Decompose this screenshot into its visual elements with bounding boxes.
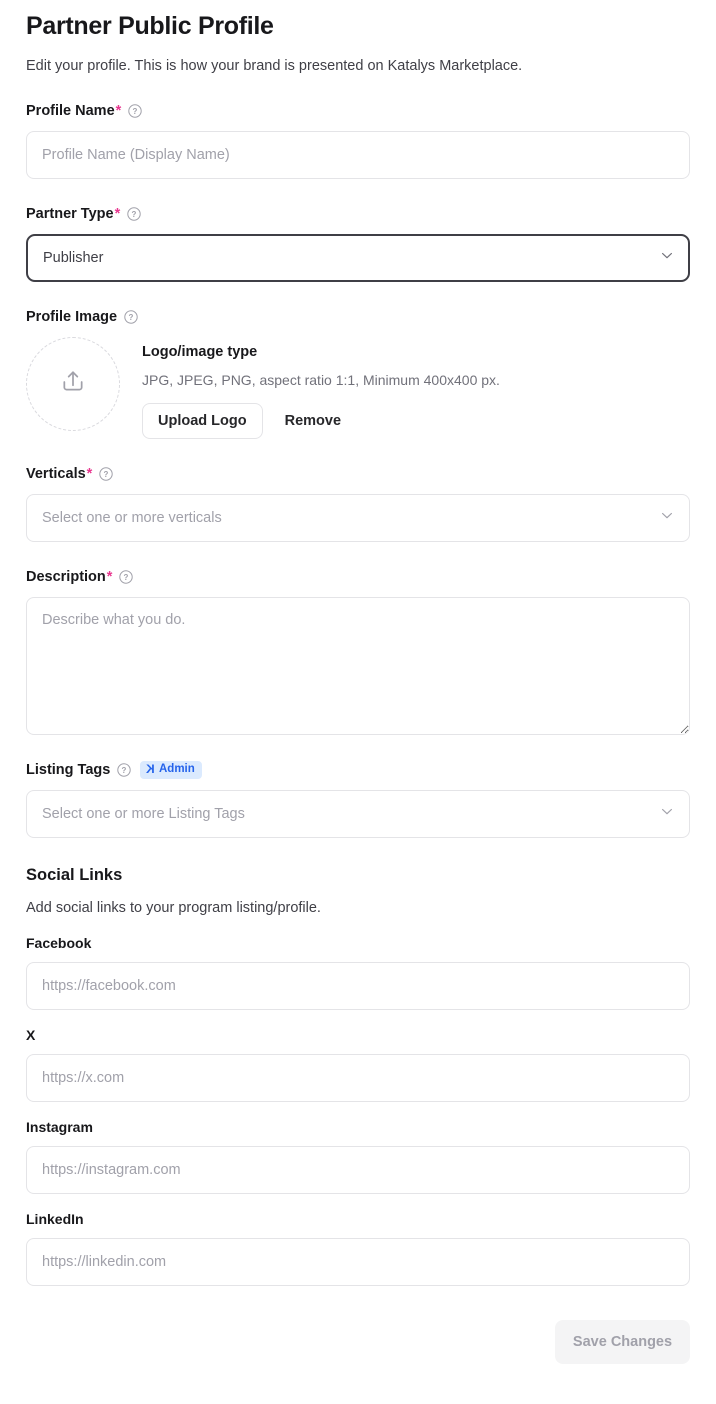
svg-text:?: ?: [133, 107, 138, 116]
question-circle-icon[interactable]: ?: [124, 310, 138, 324]
linkedin-label: LinkedIn: [26, 1211, 690, 1228]
page-title: Partner Public Profile: [26, 0, 690, 42]
verticals-select-wrap: Select one or more verticals: [26, 494, 690, 542]
listing-tags-label-text: Listing Tags: [26, 761, 110, 779]
svg-text:?: ?: [132, 210, 137, 219]
linkedin-input[interactable]: [26, 1238, 690, 1286]
profile-image-dropzone[interactable]: [26, 337, 120, 431]
listing-tags-select-wrap: Select one or more Listing Tags: [26, 790, 690, 838]
question-circle-icon[interactable]: ?: [127, 207, 141, 221]
svg-text:?: ?: [122, 766, 127, 775]
social-field-facebook: Facebook: [26, 935, 690, 1010]
partner-type-label: Partner Type* ?: [26, 205, 690, 223]
facebook-label: Facebook: [26, 935, 690, 952]
social-links-title: Social Links: [26, 864, 690, 886]
verticals-placeholder: Select one or more verticals: [42, 510, 222, 526]
question-circle-icon[interactable]: ?: [128, 104, 142, 118]
svg-text:?: ?: [124, 573, 129, 582]
description-label-text: Description: [26, 568, 106, 586]
profile-image-row: Logo/image type JPG, JPEG, PNG, aspect r…: [26, 337, 690, 439]
form-footer: Save Changes: [26, 1320, 690, 1364]
description-field: Description* ?: [26, 568, 690, 735]
x-input[interactable]: [26, 1054, 690, 1102]
social-links-subtitle: Add social links to your program listing…: [26, 898, 690, 918]
question-circle-icon[interactable]: ?: [117, 763, 131, 777]
upload-icon: [60, 369, 86, 400]
social-links-section: Social Links Add social links to your pr…: [26, 864, 690, 1286]
logo-image-type-requirements: JPG, JPEG, PNG, aspect ratio 1:1, Minimu…: [142, 371, 500, 389]
social-field-instagram: Instagram: [26, 1119, 690, 1194]
question-circle-icon[interactable]: ?: [99, 467, 113, 481]
remove-logo-button[interactable]: Remove: [273, 403, 353, 439]
partner-type-select-wrap: Publisher: [26, 234, 690, 282]
description-label: Description* ?: [26, 568, 690, 586]
profile-name-label: Profile Name* ?: [26, 102, 690, 120]
save-changes-button[interactable]: Save Changes: [555, 1320, 690, 1364]
partner-type-select[interactable]: Publisher: [26, 234, 690, 282]
instagram-label: Instagram: [26, 1119, 690, 1136]
partner-public-profile-page: Partner Public Profile Edit your profile…: [0, 0, 716, 1404]
required-asterisk: *: [115, 205, 121, 223]
admin-badge-text: Admin: [159, 763, 195, 776]
profile-name-field: Profile Name* ?: [26, 102, 690, 179]
verticals-field: Verticals* ? Select one or more vertical…: [26, 465, 690, 542]
description-textarea[interactable]: [26, 597, 690, 735]
x-label: X: [26, 1027, 690, 1044]
question-circle-icon[interactable]: ?: [119, 570, 133, 584]
facebook-input[interactable]: [26, 962, 690, 1010]
instagram-input[interactable]: [26, 1146, 690, 1194]
required-asterisk: *: [107, 568, 113, 586]
verticals-select[interactable]: Select one or more verticals: [26, 494, 690, 542]
verticals-label: Verticals* ?: [26, 465, 690, 483]
social-field-x: X: [26, 1027, 690, 1102]
profile-image-info: Logo/image type JPG, JPEG, PNG, aspect r…: [142, 337, 500, 439]
upload-logo-button[interactable]: Upload Logo: [142, 403, 263, 439]
profile-image-actions: Upload Logo Remove: [142, 403, 500, 439]
page-subtitle: Edit your profile. This is how your bran…: [26, 56, 690, 76]
svg-text:?: ?: [129, 313, 134, 322]
partner-type-label-text: Partner Type: [26, 205, 114, 223]
verticals-label-text: Verticals: [26, 465, 86, 483]
listing-tags-label: Listing Tags ? K Admin: [26, 761, 690, 779]
profile-image-label: Profile Image ?: [26, 308, 690, 326]
partner-type-field: Partner Type* ? Publisher: [26, 205, 690, 282]
profile-name-label-text: Profile Name: [26, 102, 115, 120]
listing-tags-field: Listing Tags ? K Admin Select one or mor…: [26, 761, 690, 838]
listing-tags-select[interactable]: Select one or more Listing Tags: [26, 790, 690, 838]
required-asterisk: *: [116, 102, 122, 120]
admin-badge: K Admin: [140, 761, 201, 779]
required-asterisk: *: [87, 465, 93, 483]
profile-name-input[interactable]: [26, 131, 690, 179]
partner-type-selected-value: Publisher: [43, 250, 103, 266]
svg-text:?: ?: [104, 470, 109, 479]
logo-image-type-title: Logo/image type: [142, 343, 500, 361]
katalys-k-icon: K: [146, 763, 155, 776]
profile-image-field: Profile Image ? Logo/image type JPG, JPE…: [26, 308, 690, 439]
listing-tags-placeholder: Select one or more Listing Tags: [42, 806, 245, 822]
social-field-linkedin: LinkedIn: [26, 1211, 690, 1286]
profile-image-label-text: Profile Image: [26, 308, 117, 326]
